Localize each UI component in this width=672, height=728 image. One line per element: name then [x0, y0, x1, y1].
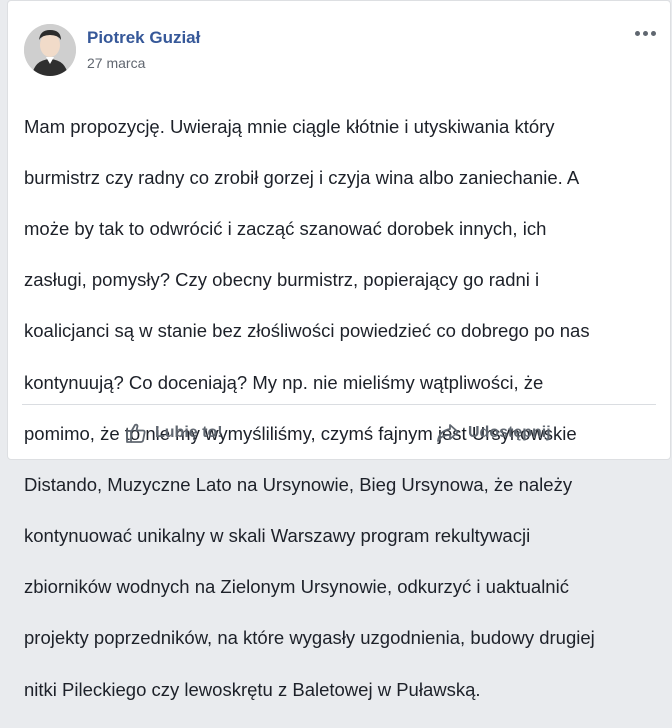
post-text-line: zbiorników wodnych na Zielonym Ursynowie… [24, 576, 569, 598]
like-label: Lubię to! [155, 424, 223, 441]
share-label: Udostępnij [468, 424, 551, 441]
post-text: Mam propozycję. Uwierają mnie ciągle kłó… [24, 88, 660, 728]
avatar[interactable] [24, 24, 76, 76]
author-name[interactable]: Piotrek Guział [87, 28, 200, 48]
post-text-line: pomimo, że to nie my wymyśliliśmy, czymś… [24, 422, 577, 444]
post-card: Piotrek Guział 27 marca Mam propozycję. … [7, 0, 671, 700]
post-text-line: zasługi, pomysły? Czy obecny burmistrz, … [24, 269, 540, 291]
post-text-line: kontynuują? Co doceniają? My np. nie mie… [24, 371, 544, 393]
post-text-line: Distando, Muzyczne Lato na Ursynowie, Bi… [24, 473, 573, 495]
post-text-line: burmistrz czy radny co zrobił gorzej i c… [24, 166, 580, 188]
share-button[interactable]: Udostępnij [436, 415, 551, 451]
share-arrow-icon [437, 424, 459, 442]
post-date[interactable]: 27 marca [87, 55, 145, 71]
post-text-line: może by tak to odwrócić i zacząć szanowa… [24, 217, 547, 239]
post-text-line: koalicjanci są w stanie bez złośliwości … [24, 320, 590, 342]
post-text-line: nitki Pileckiego czy lewoskrętu z Baleto… [24, 678, 481, 700]
thumbs-up-icon [126, 423, 146, 443]
post-text-line: Mam propozycję. Uwierają mnie ciągle kłó… [24, 115, 555, 137]
like-button[interactable]: Lubię to! [125, 415, 223, 451]
post-text-line: projekty poprzedników, na które wygasły … [24, 627, 595, 649]
profile-photo-icon [24, 24, 76, 76]
post-text-line: kontynuować unikalny w skali Warszawy pr… [24, 525, 531, 547]
more-options-icon[interactable] [632, 23, 660, 43]
divider [22, 404, 656, 405]
